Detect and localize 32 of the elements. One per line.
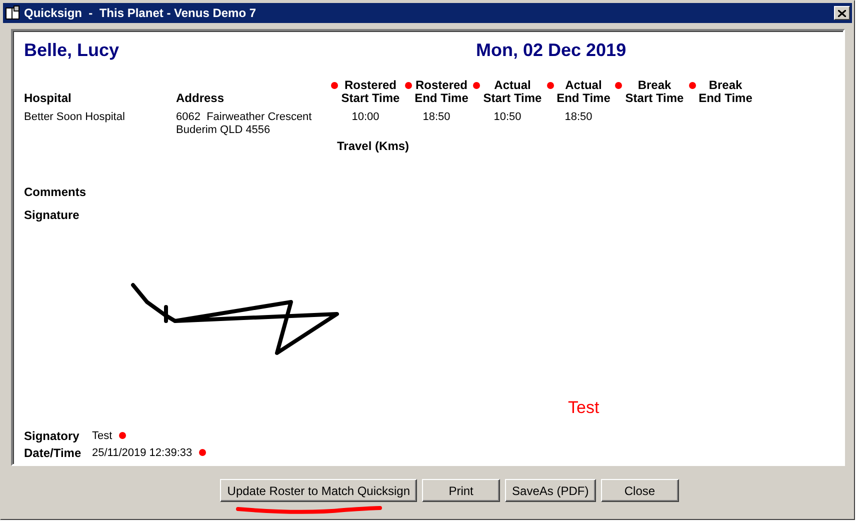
signature-name: Test	[568, 398, 600, 418]
action-button[interactable]: SaveAs (PDF)	[505, 479, 596, 502]
close-icon	[838, 10, 846, 16]
datetime-value: 25/11/2019 12:39:33	[92, 446, 192, 458]
column-header: Break End Time	[698, 79, 752, 105]
time-value: 18:50	[564, 111, 594, 124]
action-button[interactable]: Update Roster to Match Quicksign	[220, 479, 418, 502]
action-button[interactable]: Close	[600, 479, 679, 502]
signatory-value: Test	[92, 430, 112, 442]
column-header: Actual End Time	[556, 79, 610, 105]
window-title: Quicksign - This Planet - Venus Demo 7	[24, 6, 258, 20]
time-value: 18:50	[422, 111, 452, 124]
app-icon	[5, 5, 21, 21]
column-header: Actual Start Time	[483, 79, 542, 105]
column-header: Rostered End Time	[414, 79, 468, 105]
time-value: 10:00	[350, 111, 380, 124]
signatory-label: Signatory	[24, 428, 80, 442]
time-value: 10:50	[492, 111, 522, 124]
datetime-label: Date/Time	[24, 446, 82, 460]
column-header: Address	[176, 92, 226, 105]
address-text: 6062 Fairweather Crescent Buderim QLD 4556	[176, 111, 313, 137]
column-header: Break Start Time	[625, 79, 684, 105]
hospital-name: Better Soon Hospital	[24, 111, 126, 124]
action-button[interactable]: Print	[422, 479, 500, 502]
shift-date: Mon, 02 Dec 2019	[476, 40, 626, 60]
column-header: Hospital	[24, 92, 72, 105]
travel-label: Travel (Kms)	[337, 139, 410, 153]
employee-name: Belle, Lucy	[24, 40, 120, 60]
close-button[interactable]	[834, 6, 850, 20]
comments-label: Comments	[24, 185, 88, 199]
column-header: Rostered Start Time	[341, 79, 400, 105]
signature-label: Signature	[24, 208, 80, 222]
